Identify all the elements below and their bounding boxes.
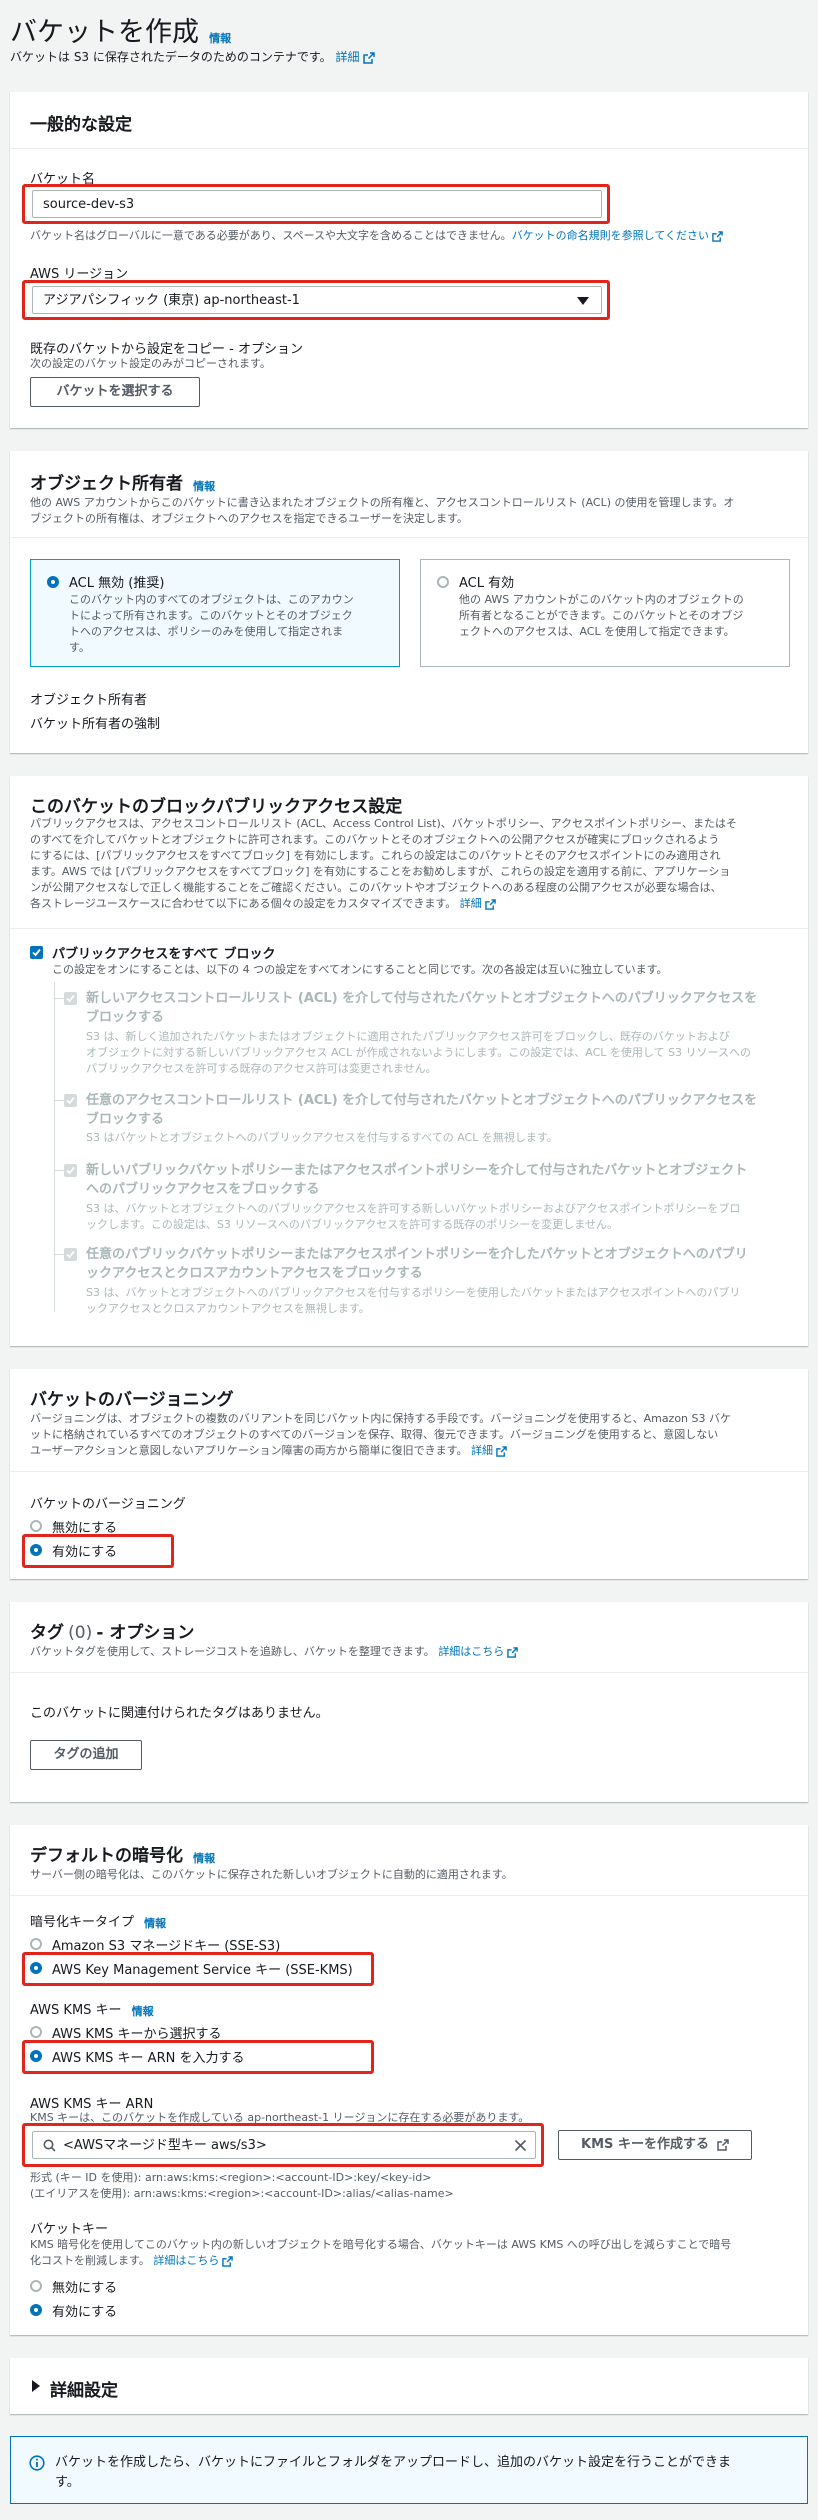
sse-s3-radio[interactable]: [30, 1938, 42, 1950]
checkmark-icon: [66, 1096, 75, 1105]
block-new-policy-title: 新しいパブリックバケットポリシーまたはアクセスポイントポリシーを介して付与された…: [86, 1163, 748, 1197]
checkmark-icon: [66, 1250, 75, 1259]
page-title: バケットを作成: [10, 17, 199, 48]
object-ownership-panel: オブジェクト所有者 情報 他の AWS アカウントからこのバケットに書き込まれた…: [10, 451, 808, 753]
advanced-settings-panel[interactable]: 詳細設定: [10, 2358, 808, 2414]
block-new-acl-checkbox[interactable]: [64, 992, 77, 1005]
arn-format-hint: 形式 (キー ID を使用): arn:aws:kms:<region>:<ac…: [30, 2171, 454, 2200]
acl-enabled-title: ACL 有効: [459, 576, 515, 591]
acl-enabled-tile[interactable]: ACL 有効 他の AWS アカウントがこのバケット内のオブジェクトの 所有者と…: [420, 559, 790, 667]
tags-panel: タグ (0) - オプション バケットタグを使用して、ストレージコストを追跡し、…: [10, 1602, 808, 1802]
external-link-icon: [222, 2255, 234, 2267]
kms-key-info-link[interactable]: 情報: [132, 2005, 154, 2018]
acl-disabled-desc: このバケット内のすべてのオブジェクトは、このアカウン トによって所有されます。こ…: [69, 593, 354, 654]
versioning-disable-radio[interactable]: [30, 1520, 42, 1532]
versioning-panel: バケットのバージョニング バージョニングは、オブジェクトの複数のバリアントを同じ…: [10, 1369, 808, 1579]
acl-disabled-title: ACL 無効 (推奨): [69, 576, 165, 591]
external-link-icon: [712, 230, 723, 242]
block-any-acl-checkbox[interactable]: [64, 1094, 77, 1107]
external-link-icon: [717, 2138, 729, 2151]
add-tag-button[interactable]: タグの追加: [30, 1740, 142, 1770]
header-detail-link[interactable]: 詳細: [336, 50, 375, 64]
bucket-key-enable-label: 有効にする: [52, 2305, 118, 2320]
kms-arn-highlight: [22, 2040, 374, 2074]
kms-key-label: AWS KMS キー: [30, 2003, 122, 2018]
block-new-policy-checkbox[interactable]: [64, 1164, 77, 1177]
default-encryption-panel: デフォルトの暗号化 情報 サーバー側の暗号化は、このバケットに保存された新しいオ…: [10, 1825, 808, 2335]
versioning-highlight: [22, 1534, 174, 1568]
copy-settings-hint: 次の設定のバケット設定のみがコピーされます。: [30, 357, 271, 370]
block-new-acl-title: 新しいアクセスコントロールリスト (ACL) を介して付与されたバケットとオブジ…: [86, 991, 758, 1025]
block-all-desc: この設定をオンにすることは、以下の 4 つの設定をすべてオンにすることと同じです…: [52, 963, 668, 976]
sse-kms-highlight: [22, 1952, 374, 1986]
naming-rules-link[interactable]: バケットの命名規則を参照してください: [512, 229, 723, 242]
bucket-key-enable-radio[interactable]: [30, 2304, 42, 2316]
block-any-acl-desc: S3 はバケットとオブジェクトへのパブリックアクセスを付与するすべての ACL …: [86, 1131, 558, 1144]
block-public-access-panel: このバケットのブロックパブリックアクセス設定 パブリックアクセスは、アクセスコン…: [10, 776, 808, 1346]
object-owner-label: オブジェクト所有者: [30, 693, 148, 708]
block-any-policy-checkbox[interactable]: [64, 1248, 77, 1261]
block-any-policy-desc: S3 は、バケットとオブジェクトへのパブリックアクセスを付与するポリシーを使用し…: [86, 1286, 741, 1315]
block-all-checkbox[interactable]: [30, 946, 43, 959]
bucket-name-hint: バケット名はグローバルに一意である必要があり、スペースや大文字を含めることはでき…: [30, 228, 723, 244]
block-new-acl-desc: S3 は、新しく追加されたバケットまたはオブジェクトに適用されたパブリックアクセ…: [86, 1030, 751, 1075]
block-new-policy-desc: S3 は、バケットとオブジェクトへのパブリックアクセスを許可する新しいバケットポ…: [86, 1202, 741, 1231]
create-kms-key-button[interactable]: KMS キーを作成する: [558, 2130, 752, 2160]
block-all-title: パブリックアクセスをすべて ブロック: [52, 947, 276, 962]
block-any-acl-title: 任意のアクセスコントロールリスト (ACL) を介して付与されたバケットとオブジ…: [86, 1093, 758, 1127]
key-type-label: 暗号化キータイプ: [30, 1915, 135, 1930]
versioning-field-label: バケットのバージョニング: [30, 1497, 186, 1512]
page-subtitle: バケットは S3 に保存されたデータのためのコンテナです。 詳細: [10, 48, 375, 65]
bucket-key-label: バケットキー: [30, 2222, 109, 2237]
tree-line: [54, 982, 55, 1312]
header-info-link[interactable]: 情報: [209, 32, 231, 45]
bucket-key-description: KMS 暗号化を使用してこのバケット内の新しいオブジェクトを暗号化する場合、バケ…: [30, 2238, 732, 2267]
region-highlight: [22, 280, 610, 320]
info-notice: バケットを作成したら、バケットにファイルとフォルダをアップロードし、追加のバケッ…: [10, 2436, 808, 2504]
choose-bucket-button[interactable]: バケットを選択する: [30, 377, 200, 407]
general-settings-title: 一般的な設定: [30, 115, 132, 135]
bucket-key-disable-radio[interactable]: [30, 2280, 42, 2292]
bucket-key-detail-link[interactable]: 詳細はこちら: [153, 2254, 234, 2267]
checkmark-icon: [66, 994, 75, 1003]
checkmark-icon: [32, 948, 41, 957]
bucket-key-disable-label: 無効にする: [52, 2281, 118, 2296]
page-header: バケットを作成 情報: [10, 10, 231, 49]
block-any-policy-title: 任意のパブリックバケットポリシーまたはアクセスポイントポリシーを介したバケットと…: [86, 1247, 748, 1281]
general-settings-panel: 一般的な設定 バケット名 source-dev-s3 バケット名はグローバルに一…: [10, 92, 808, 428]
kms-arn-input-highlight: [22, 2123, 544, 2167]
acl-disabled-radio[interactable]: [47, 576, 59, 588]
acl-enabled-radio[interactable]: [437, 576, 449, 588]
kms-choose-radio[interactable]: [30, 2026, 42, 2038]
bucket-name-highlight: [22, 184, 610, 224]
external-link-icon: [362, 51, 375, 64]
acl-disabled-tile[interactable]: ACL 無効 (推奨) このバケット内のすべてのオブジェクトは、このアカウン ト…: [30, 559, 400, 667]
object-owner-value: バケット所有者の強制: [30, 717, 161, 732]
info-notice-text: バケットを作成したら、バケットにファイルとフォルダをアップロードし、追加のバケッ…: [55, 2455, 732, 2490]
key-type-info-link[interactable]: 情報: [144, 1917, 166, 1930]
create-bucket-page: バケットを作成 情報 バケットは S3 に保存されたデータのためのコンテナです。…: [0, 0, 818, 2520]
caret-right-icon: [32, 2380, 40, 2392]
tags-empty-text: このバケットに関連付けられたタグはありません。: [30, 1706, 329, 1721]
acl-enabled-desc: 他の AWS アカウントがこのバケット内のオブジェクトの 所有者となることができ…: [459, 593, 744, 638]
info-icon: [29, 2455, 45, 2471]
advanced-settings-title: 詳細設定: [50, 2381, 118, 2401]
checkmark-icon: [66, 1166, 75, 1175]
copy-settings-label: 既存のバケットから設定をコピー - オプション: [30, 342, 303, 357]
